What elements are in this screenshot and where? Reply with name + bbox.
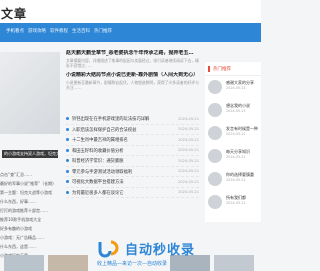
bullet-icon	[66, 148, 69, 152]
nav-item[interactable]: 手机看点	[6, 28, 24, 34]
avatar	[208, 149, 222, 163]
recommend-item[interactable]: 所有我们都 2024-05-21	[208, 195, 261, 217]
bullet-icon	[66, 127, 69, 131]
recommend-date: 2024-05-21	[226, 155, 246, 159]
site-logo[interactable]: 文章	[1, 5, 27, 22]
bullet-icon	[66, 169, 69, 173]
article-title[interactable]: 十二生肖中最吉祥的属相排名	[72, 137, 174, 143]
bullet-icon	[66, 159, 69, 162]
banner-caption[interactable]: 的小游戏支持双人游戏，坦克大	[2, 150, 58, 158]
watermark-slogan: 收上精品—来访一次—自动收录	[97, 261, 168, 267]
avatar	[208, 172, 222, 186]
list-item[interactable]: 十二生肖中最吉祥的属相排名 2024-05-21	[66, 135, 199, 146]
nav-item[interactable]: 游戏攻略	[28, 28, 46, 34]
article-date: 2024-05-21	[178, 127, 199, 131]
article-title[interactable]: 铃铛出现在在手机游戏里的玩法技巧详解	[72, 116, 174, 122]
list-item[interactable]: 推荐10款手机游戏大全	[0, 215, 62, 224]
avatar	[208, 126, 222, 140]
bullet-icon	[66, 117, 69, 120]
nav-item[interactable]: 软件教程	[50, 28, 68, 34]
recommend-date: 2024-05-21	[226, 178, 246, 182]
recommend-item[interactable]: 想念我的小说 2024-05-21	[208, 103, 261, 125]
avatar	[208, 103, 222, 117]
featured-summary: 小说更新至最新章节，剧情跌宕起伏，人物塑造鲜明，获得了众多读者的好评与关注……	[66, 80, 199, 90]
banner-image[interactable]	[0, 52, 60, 134]
recommend-date: 2024-05-21	[226, 86, 246, 90]
recommend-item[interactable]: 每天分享知识 2024-05-21	[208, 149, 261, 171]
article-date: 2024-05-21	[178, 158, 199, 163]
watermark-name: 自动秒收录	[125, 243, 196, 258]
sidebar-heading: 热门推荐	[205, 62, 261, 76]
article-list: 铃铛出现在在手机游戏里的玩法技巧详解 2024-05-21 入职后该怎样保护自己的…	[66, 114, 199, 198]
recommend-date: 2024-05-21	[226, 109, 246, 113]
article-title[interactable]: 入职后该怎样保护自己的合法权益	[72, 127, 174, 133]
article-date: 2024-05-21	[178, 169, 199, 173]
article-title[interactable]: 可视化大数据平台搭建方法	[72, 179, 174, 185]
list-item[interactable]: 小游戏：无广告精品……	[0, 233, 62, 242]
left-column: 的小游戏支持双人游戏，坦克大 点击“查”汇总…… 最好的军事小说“推荐”（长期)…	[0, 42, 62, 271]
header: 文章	[0, 0, 261, 23]
list-item[interactable]: 什么东西，这是……	[0, 242, 62, 251]
bullet-icon	[66, 180, 69, 183]
recommend-item[interactable]: 发言有时候是一种 2024-05-21	[208, 126, 261, 148]
featured-title[interactable]: 赵天鹏天鹏全章节_恶老婆执念千年传承之路，抛弃老五…	[66, 50, 199, 57]
list-item[interactable]: 最好的军事小说“推荐”（长期)	[0, 179, 62, 188]
list-item[interactable]: 零元参与手游测试活动领取福利 2024-05-21	[66, 167, 199, 177]
thumbnail-image[interactable]	[48, 255, 88, 271]
watermark-icon	[98, 240, 119, 258]
article-date: 2024-05-21	[178, 148, 199, 152]
list-item[interactable]: 入职后该怎样保护自己的合法权益 2024-05-21	[66, 125, 199, 135]
featured-summary: 文章摘要内容，详细描述了故事的起因与发展经过，吸引读者继续阅读下去，精彩不容错过…	[66, 58, 199, 68]
avatar	[208, 195, 222, 209]
watermark-logo: 自动秒收录 收上精品—来访一次—自动收录	[95, 238, 225, 271]
recommend-item[interactable]: 感谢大家的分享 2024-05-21	[208, 80, 261, 102]
featured-articles: 赵天鹏天鹏全章节_恶老婆执念千年传承之路，抛弃老五… 文章摘要内容，详细描述了故…	[66, 50, 199, 94]
list-item[interactable]: 点击“查”汇总……	[0, 170, 62, 179]
article-date: 2024-05-21	[178, 137, 199, 142]
list-item[interactable]: 可视化大数据平台搭建方法 2024-05-21	[66, 177, 199, 188]
nav-item[interactable]: 热门推荐	[94, 28, 112, 34]
article-title[interactable]: 科普经济学常识：通货膨胀	[72, 158, 174, 164]
list-item[interactable]: 什么东西，好事……	[0, 197, 62, 206]
list-item[interactable]: 和田玉籽料的收藏价值分析 2024-05-21	[66, 146, 199, 156]
list-item[interactable]: 为何最近很多人都在谈论它 2024-05-21	[66, 188, 199, 198]
left-list: 点击“查”汇总…… 最好的军事小说“推荐”（长期) 第一主题：坦克大战等小游戏 …	[0, 170, 62, 260]
article-title[interactable]: 和田玉籽料的收藏价值分析	[72, 148, 174, 154]
article-title[interactable]: 零元参与手游测试活动领取福利	[72, 169, 174, 175]
article-title[interactable]: 为何最近很多人都在谈论它	[72, 190, 174, 196]
thumbnail-image[interactable]	[4, 255, 44, 271]
list-item[interactable]: 第一主题：坦克大战等小游戏	[0, 188, 62, 197]
heading-text: 热门推荐	[213, 66, 231, 72]
list-item[interactable]: 打打的游戏推荐十部宫……	[0, 206, 62, 215]
featured-title[interactable]: 小说精彩大结局节点小说已更新-靠外剧情（人间大到无心）	[66, 72, 199, 79]
bullet-icon	[66, 190, 69, 194]
list-item[interactable]: 科普经济学常识：通货膨胀 2024-05-21	[66, 156, 199, 167]
article-date: 2024-05-21	[178, 179, 199, 184]
recommend-date: 2024-05-21	[226, 201, 246, 205]
bullet-icon	[66, 138, 69, 141]
article-date: 2024-05-21	[178, 190, 199, 194]
list-item[interactable]: 好多有趣的小游戏	[0, 224, 62, 233]
nav-item[interactable]: 生活百科	[72, 28, 90, 34]
page: 文章 手机看点 游戏攻略 软件教程 生活百科 热门推荐 的小游戏支持双人游戏，坦…	[0, 0, 261, 271]
hot-recommend-sidebar: 热门推荐 感谢大家的分享 2024-05-21 想念我的小说 2024-05-21 …	[205, 62, 261, 222]
heading-marker-icon	[208, 66, 210, 72]
main-nav: 手机看点 游戏攻略 软件教程 生活百科 热门推荐	[0, 23, 261, 42]
list-item[interactable]: 铃铛出现在在手机游戏里的玩法技巧详解 2024-05-21	[66, 114, 199, 125]
recommend-item[interactable]: 你的选择要慎重 2024-05-21	[208, 172, 261, 194]
avatar	[208, 80, 222, 94]
article-date: 2024-05-21	[178, 116, 199, 121]
recommend-date: 2024-05-21	[226, 132, 246, 136]
